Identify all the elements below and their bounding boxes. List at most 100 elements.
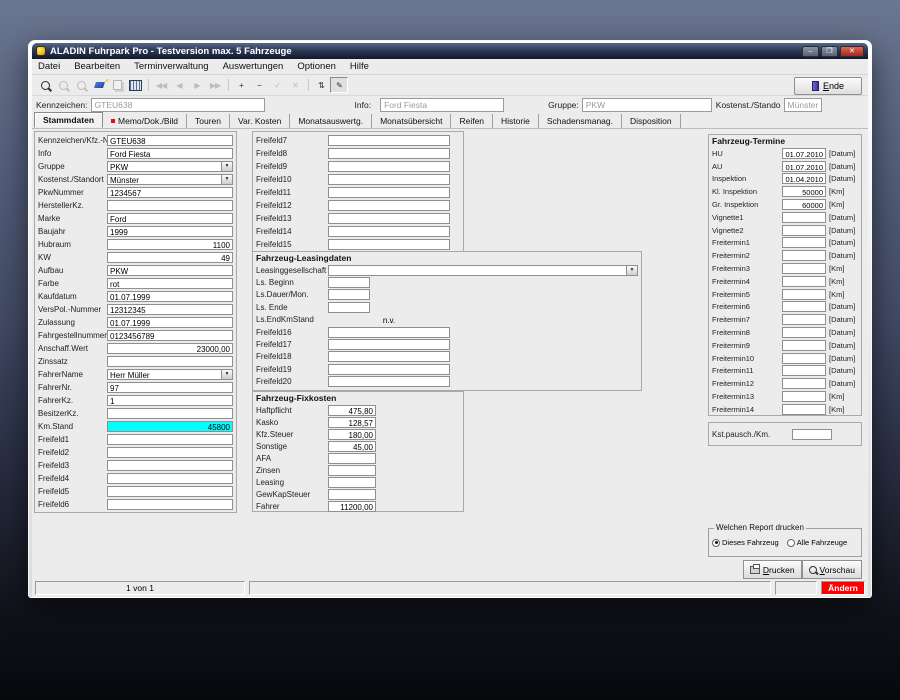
field-input[interactable]: 128,57 <box>328 416 376 428</box>
field-input[interactable]: 1234567 <box>107 187 233 198</box>
cancel-button[interactable]: ✕ <box>286 77 304 93</box>
tab[interactable]: Schadensmanag. <box>539 114 623 128</box>
field-input[interactable] <box>328 464 376 476</box>
field-input[interactable]: 180,00 <box>328 428 376 440</box>
field-input[interactable] <box>328 351 450 363</box>
field-input[interactable]: 475,80 <box>328 404 376 416</box>
tab[interactable]: Disposition <box>622 114 681 128</box>
field-input[interactable] <box>782 275 826 287</box>
field-input[interactable]: Münster <box>107 174 222 185</box>
tab[interactable]: Memo/Dok./Bild <box>103 114 188 128</box>
field-input[interactable] <box>107 200 233 211</box>
field-input[interactable]: 49 <box>107 252 233 263</box>
toolbar-button[interactable] <box>304 77 312 93</box>
field-input[interactable] <box>782 224 826 236</box>
field-input[interactable] <box>328 187 450 198</box>
menu-item[interactable]: Datei <box>38 61 60 72</box>
tab[interactable]: Monatsübersicht <box>372 114 452 128</box>
nav-last-button[interactable]: ▶▶ <box>206 77 224 93</box>
field-input[interactable]: 23000,00 <box>107 343 233 354</box>
add-record-button[interactable]: + <box>232 77 250 93</box>
field-input[interactable]: Ford <box>107 213 233 224</box>
field-input[interactable]: 01.07.2010 <box>782 160 826 172</box>
field-input[interactable]: 1999 <box>107 226 233 237</box>
field-input[interactable]: 1100 <box>107 239 233 250</box>
field-input[interactable] <box>328 161 450 172</box>
confirm-button[interactable]: ✓ <box>268 77 286 93</box>
nav-prev-button[interactable]: ◀ <box>170 77 188 93</box>
field-input[interactable] <box>328 476 376 488</box>
field-input[interactable] <box>328 326 450 338</box>
field-input[interactable] <box>107 408 233 419</box>
kst-pauschale-input[interactable] <box>792 428 832 440</box>
header-field-value[interactable]: Ford Fiesta <box>380 97 505 112</box>
radio-icon[interactable] <box>712 538 720 547</box>
field-input[interactable]: 0123456789 <box>107 330 233 341</box>
field-input[interactable] <box>328 339 450 351</box>
tab[interactable]: Stammdaten <box>34 112 104 128</box>
field-input[interactable] <box>782 403 826 415</box>
field-input[interactable] <box>782 250 826 262</box>
menu-item[interactable]: Bearbeiten <box>74 61 120 72</box>
field-input[interactable] <box>107 473 233 484</box>
field-input[interactable]: 97 <box>107 382 233 393</box>
field-input[interactable] <box>328 452 376 464</box>
nav-next-button[interactable]: ▶ <box>188 77 206 93</box>
edit-mode-button[interactable]: ✎ <box>330 77 348 93</box>
field-input[interactable] <box>782 211 826 223</box>
field-input[interactable]: 01.07.2010 <box>782 147 826 159</box>
radio-icon[interactable] <box>786 538 795 547</box>
tab[interactable]: Reifen <box>451 114 494 128</box>
dropdown-arrow-icon[interactable]: ▼ <box>222 174 233 185</box>
field-input[interactable]: n.v. <box>328 314 450 325</box>
tab[interactable]: Touren <box>187 114 231 128</box>
ende-button[interactable]: Ende <box>794 77 862 95</box>
dropdown-arrow-icon[interactable]: ▼ <box>222 161 233 172</box>
menu-item[interactable]: Terminverwaltung <box>134 61 208 72</box>
titlebar[interactable]: ALADIN Fuhrpark Pro - Testversion max. 5… <box>32 43 868 59</box>
close-button[interactable]: ✕ <box>840 45 864 57</box>
tab[interactable]: Historie <box>493 114 539 128</box>
field-input[interactable] <box>107 486 233 497</box>
erase-button[interactable] <box>90 77 108 93</box>
nav-first-button[interactable]: ◀◀ <box>152 77 170 93</box>
field-input[interactable]: 1 <box>107 395 233 406</box>
field-input[interactable] <box>328 239 450 250</box>
field-input[interactable] <box>782 301 826 313</box>
field-input[interactable] <box>107 447 233 458</box>
menu-item[interactable]: Auswertungen <box>223 61 284 72</box>
field-input[interactable]: 01.07.1999 <box>107 291 233 302</box>
field-input[interactable]: 45,00 <box>328 440 376 452</box>
header-field-value[interactable]: PKW <box>581 97 712 112</box>
tab[interactable]: Var. Kosten <box>230 114 291 128</box>
field-input[interactable]: 12312345 <box>107 304 233 315</box>
exchange-button[interactable]: ⇅ <box>312 77 330 93</box>
vorschau-button[interactable]: Vorschau <box>801 560 862 579</box>
dropdown-arrow-icon[interactable]: ▼ <box>222 369 233 380</box>
field-input[interactable]: 01.07.1999 <box>107 317 233 328</box>
field-input[interactable] <box>782 314 826 326</box>
field-input[interactable] <box>782 263 826 275</box>
menu-item[interactable]: Hilfe <box>350 61 369 72</box>
field-input[interactable] <box>107 460 233 471</box>
dropdown-arrow-icon[interactable]: ▼ <box>627 264 638 276</box>
field-input[interactable] <box>782 339 826 351</box>
field-input[interactable]: Ford Fiesta <box>107 148 233 159</box>
field-input[interactable]: Herr Müller <box>107 369 222 380</box>
field-input[interactable]: PKW <box>107 265 233 276</box>
find-record-button[interactable] <box>72 77 90 93</box>
field-input[interactable] <box>107 356 233 367</box>
field-input[interactable] <box>782 391 826 403</box>
field-input[interactable] <box>782 237 826 249</box>
field-input[interactable]: PKW <box>107 161 222 172</box>
field-input[interactable] <box>328 264 627 276</box>
copy-button[interactable] <box>108 77 126 93</box>
toolbar-button[interactable] <box>144 77 152 93</box>
field-input[interactable] <box>328 488 376 500</box>
field-input[interactable] <box>328 277 370 289</box>
field-input[interactable] <box>328 289 370 301</box>
field-input[interactable] <box>328 301 370 313</box>
tab[interactable]: Monatsauswertg. <box>290 114 373 128</box>
field-input[interactable] <box>782 365 826 377</box>
toolbar-button[interactable] <box>224 77 232 93</box>
